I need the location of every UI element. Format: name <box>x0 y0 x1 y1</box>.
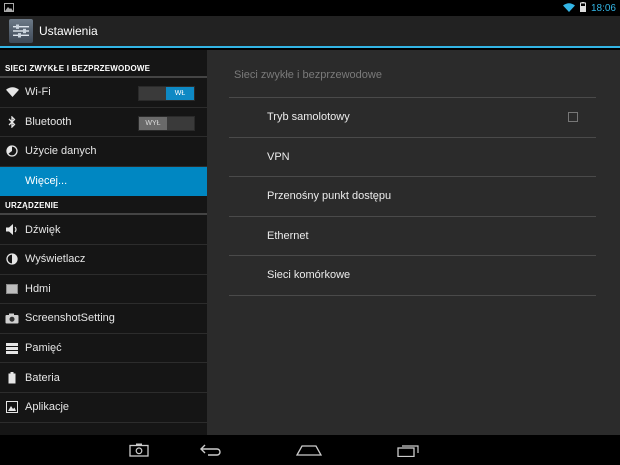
action-bar: Ustawienia <box>0 16 620 48</box>
nav-item-label: Dźwięk <box>25 223 61 236</box>
settings-detail-pane: Sieci zwykłe i bezprzewodowe Tryb samolo… <box>207 50 620 435</box>
nav-item-label: Więcej... <box>25 175 68 188</box>
toggle-label: WŁ <box>166 87 194 100</box>
nav-item-screenshot-setting[interactable]: ScreenshotSetting <box>0 304 207 334</box>
section-header-wireless: SIECI ZWYKŁE I BEZPRZEWODOWE <box>0 50 207 78</box>
storage-icon <box>5 341 19 355</box>
row-vpn[interactable]: VPN <box>229 138 596 177</box>
android-settings-screen: 18:06 Ustawienia SIECI ZWYKŁE I BEZPRZEW… <box>0 0 620 465</box>
nav-item-apps[interactable]: Aplikacje <box>0 393 207 423</box>
row-label: Sieci komórkowe <box>267 269 351 282</box>
wifi-toggle[interactable]: WŁ <box>138 86 195 101</box>
home-button[interactable] <box>296 442 322 458</box>
row-label: VPN <box>267 150 290 163</box>
data-usage-icon <box>5 144 19 158</box>
airplane-mode-checkbox[interactable] <box>568 112 578 122</box>
nav-item-storage[interactable]: Pamięć <box>0 334 207 364</box>
recents-button[interactable] <box>396 442 420 458</box>
back-button[interactable] <box>199 442 223 458</box>
screenshot-button[interactable] <box>128 442 150 458</box>
nav-item-display[interactable]: Wyświetlacz <box>0 245 207 275</box>
nav-item-label: Hdmi <box>25 282 51 295</box>
nav-item-label: Bateria <box>25 371 60 384</box>
detail-title: Sieci zwykłe i bezprzewodowe <box>234 69 382 81</box>
settings-category-list: SIECI ZWYKŁE I BEZPRZEWODOWE Wi-Fi WŁ Bl… <box>0 50 207 435</box>
nav-item-label: Wi-Fi <box>25 86 51 99</box>
row-airplane-mode[interactable]: Tryb samolotowy <box>229 98 596 138</box>
brightness-icon <box>5 252 19 266</box>
row-label: Przenośny punkt dostępu <box>267 190 392 203</box>
toggle-label: WYŁ <box>139 116 167 130</box>
battery-icon <box>5 371 19 385</box>
nav-item-bluetooth[interactable]: Bluetooth WYŁ <box>0 108 207 138</box>
row-hotspot[interactable]: Przenośny punkt dostępu <box>229 177 596 217</box>
nav-item-label: Użycie danych <box>25 145 97 158</box>
row-label: Ethernet <box>267 229 309 242</box>
status-bar: 18:06 <box>0 0 620 16</box>
nav-item-label: Aplikacje <box>25 401 70 414</box>
page-title: Ustawienia <box>39 24 98 38</box>
settings-app-icon[interactable] <box>9 19 33 43</box>
status-time: 18:06 <box>590 2 616 14</box>
hdmi-icon <box>5 282 19 296</box>
section-header-device: URZĄDZENIE <box>0 196 207 216</box>
nav-item-label: Wyświetlacz <box>25 253 86 266</box>
wifi-icon <box>562 0 575 17</box>
nav-item-label: Pamięć <box>25 342 62 355</box>
apps-icon <box>5 400 19 414</box>
image-notification-icon <box>4 0 14 17</box>
nav-item-label: Bluetooth <box>25 115 72 128</box>
nav-item-data-usage[interactable]: Użycie danych <box>0 137 207 167</box>
wifi-icon <box>5 85 19 99</box>
nav-item-more[interactable]: Więcej... <box>0 166 207 197</box>
nav-item-sound[interactable]: Dźwięk <box>0 215 207 245</box>
nav-item-label: ScreenshotSetting <box>25 312 115 325</box>
row-ethernet[interactable]: Ethernet <box>229 217 596 256</box>
row-label: Tryb samolotowy <box>267 111 350 124</box>
battery-icon <box>579 0 586 17</box>
row-mobile-networks[interactable]: Sieci komórkowe <box>229 256 596 296</box>
bluetooth-toggle[interactable]: WYŁ <box>138 115 195 131</box>
nav-item-hdmi[interactable]: Hdmi <box>0 275 207 305</box>
nav-item-wifi[interactable]: Wi-Fi WŁ <box>0 78 207 108</box>
nav-item-battery[interactable]: Bateria <box>0 363 207 393</box>
speaker-icon <box>5 223 19 237</box>
bluetooth-icon <box>5 115 19 129</box>
camera-icon <box>5 311 19 325</box>
system-nav-bar <box>0 435 620 465</box>
